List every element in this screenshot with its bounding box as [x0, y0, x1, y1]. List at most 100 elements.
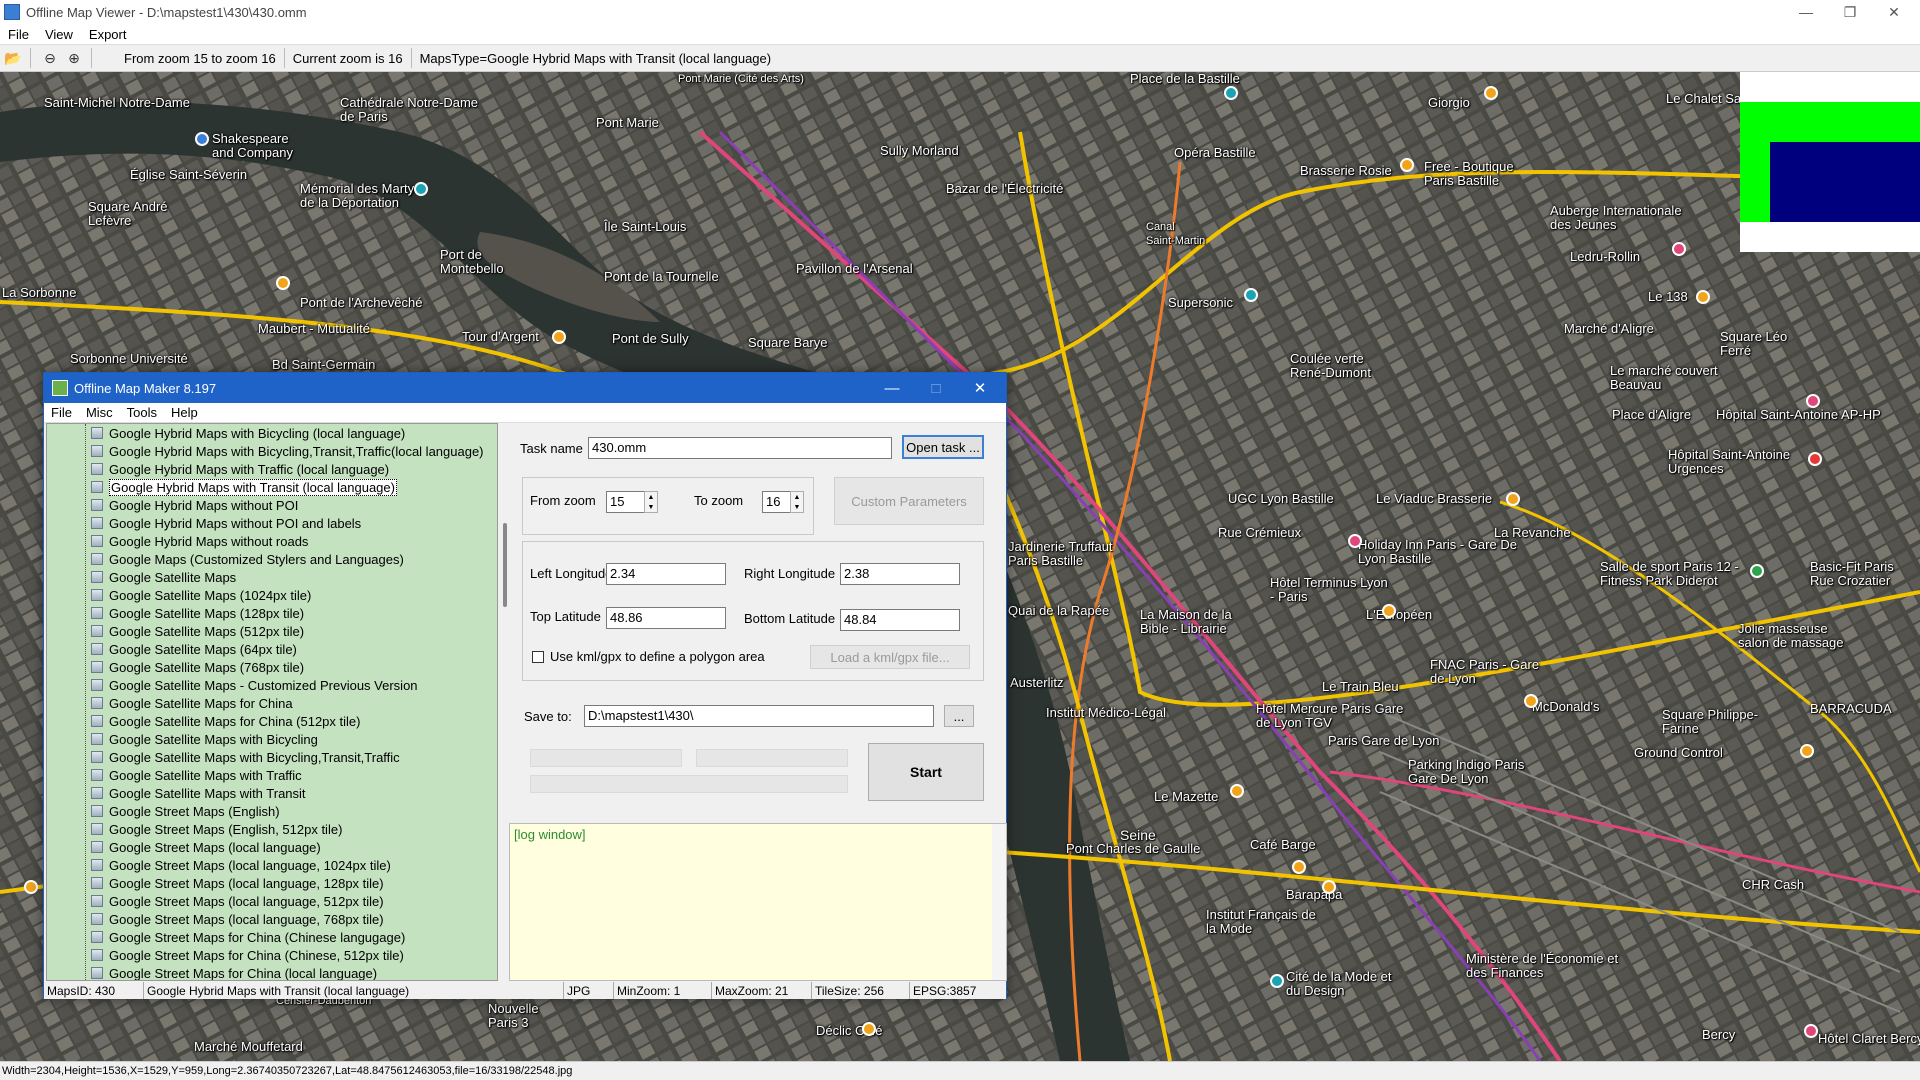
poi-pin-icon[interactable] — [1382, 604, 1396, 618]
poi-pin-icon[interactable] — [195, 132, 209, 146]
maximize-button[interactable]: ❐ — [1830, 0, 1870, 24]
start-button[interactable]: Start — [868, 743, 984, 801]
list-item[interactable]: Google Satellite Maps with Bicycling,Tra… — [47, 748, 497, 766]
custom-parameters-button[interactable]: Custom Parameters — [834, 477, 984, 525]
task-name-input[interactable]: 430.omm — [588, 437, 892, 459]
poi-pin-icon[interactable] — [1400, 158, 1414, 172]
map-label: Pont Charles de Gaulle — [1066, 841, 1201, 856]
map-label: Ledru-Rollin — [1570, 249, 1641, 264]
list-item[interactable]: Google Street Maps (local language, 512p… — [47, 892, 497, 910]
log-window[interactable]: [log window] — [509, 823, 1007, 981]
list-item[interactable]: Google Satellite Maps (128px tile) — [47, 604, 497, 622]
list-item[interactable]: Google Street Maps for China (local lang… — [47, 964, 497, 980]
poi-pin-icon[interactable] — [1322, 880, 1336, 894]
poi-pin-icon[interactable] — [1224, 86, 1238, 100]
dialog-menu-file[interactable]: File — [44, 405, 79, 420]
maps-type-list[interactable]: Google Hybrid Maps with Bicycling (local… — [46, 423, 498, 981]
bottom-latitude-input[interactable]: 48.84 — [840, 609, 960, 631]
save-to-input[interactable]: D:\mapstest1\430\ — [584, 705, 934, 727]
minimize-button[interactable]: — — [1786, 0, 1826, 24]
map-type-icon — [91, 607, 103, 619]
list-item[interactable]: Google Street Maps (local language, 768p… — [47, 910, 497, 928]
map-type-icon — [91, 445, 103, 457]
list-item[interactable]: Google Satellite Maps with Transit — [47, 784, 497, 802]
list-item-label: Google Street Maps (English) — [109, 803, 280, 819]
map-label: Holiday Inn Paris - Gare De Lyon Bastill… — [1358, 537, 1517, 566]
dialog-menu-tools[interactable]: Tools — [120, 405, 164, 420]
poi-pin-icon[interactable] — [1506, 492, 1520, 506]
top-latitude-input[interactable]: 48.86 — [606, 607, 726, 629]
menu-export[interactable]: Export — [81, 27, 135, 42]
list-item[interactable]: Google Hybrid Maps without POI — [47, 496, 497, 514]
list-item[interactable]: Google Hybrid Maps without roads — [47, 532, 497, 550]
list-item[interactable]: Google Street Maps (English) — [47, 802, 497, 820]
list-item[interactable]: Google Hybrid Maps with Transit (local l… — [47, 478, 497, 496]
list-item[interactable]: Google Satellite Maps for China (512px t… — [47, 712, 497, 730]
poi-pin-icon[interactable] — [24, 880, 38, 894]
list-item[interactable]: Google Satellite Maps (1024px tile) — [47, 586, 497, 604]
list-item[interactable]: Google Street Maps for China (Chinese, 5… — [47, 946, 497, 964]
load-kml-button[interactable]: Load a kml/gpx file... — [810, 645, 970, 669]
dialog-close-button[interactable]: ✕ — [958, 373, 1002, 403]
list-item[interactable]: Google Street Maps (English, 512px tile) — [47, 820, 497, 838]
list-item[interactable]: Google Street Maps (local language) — [47, 838, 497, 856]
poi-pin-icon[interactable] — [1348, 534, 1362, 548]
dialog-menu-misc[interactable]: Misc — [79, 405, 120, 420]
list-item[interactable]: Google Satellite Maps with Traffic — [47, 766, 497, 784]
list-item[interactable]: Google Street Maps (local language, 128p… — [47, 874, 497, 892]
kml-checkbox[interactable] — [532, 651, 544, 663]
zoom-out-icon[interactable]: ⊖ — [39, 47, 61, 69]
poi-pin-icon[interactable] — [1806, 394, 1820, 408]
right-longitude-input[interactable]: 2.38 — [840, 563, 960, 585]
list-item[interactable]: Google Hybrid Maps with Bicycling,Transi… — [47, 442, 497, 460]
poi-pin-icon[interactable] — [1484, 86, 1498, 100]
poi-pin-icon[interactable] — [552, 330, 566, 344]
open-folder-icon[interactable]: 📂 — [2, 47, 24, 69]
list-item[interactable]: Google Street Maps for China (Chinese la… — [47, 928, 497, 946]
dialog-menu-help[interactable]: Help — [164, 405, 205, 420]
dialog-minimize-button[interactable]: — — [870, 373, 914, 403]
poi-pin-icon[interactable] — [1524, 694, 1538, 708]
menu-file[interactable]: File — [0, 27, 37, 42]
log-scrollbar[interactable] — [992, 824, 1006, 980]
list-item[interactable]: Google Hybrid Maps without POI and label… — [47, 514, 497, 532]
list-item[interactable]: Google Maps (Customized Stylers and Lang… — [47, 550, 497, 568]
poi-pin-icon[interactable] — [1808, 452, 1822, 466]
list-item[interactable]: Google Satellite Maps (64px tile) — [47, 640, 497, 658]
poi-pin-icon[interactable] — [1800, 744, 1814, 758]
poi-pin-icon[interactable] — [1750, 564, 1764, 578]
list-item[interactable]: Google Hybrid Maps with Traffic (local l… — [47, 460, 497, 478]
to-zoom-stepper[interactable]: ▲ ▼ — [790, 491, 804, 513]
menu-view[interactable]: View — [37, 27, 81, 42]
poi-pin-icon[interactable] — [1230, 784, 1244, 798]
poi-pin-icon[interactable] — [1270, 974, 1284, 988]
poi-pin-icon[interactable] — [1292, 860, 1306, 874]
list-item[interactable]: Google Satellite Maps - Customized Previ… — [47, 676, 497, 694]
to-zoom-input[interactable]: 16 — [762, 491, 792, 513]
status-format: JPG — [564, 982, 614, 999]
left-longitude-input[interactable]: 2.34 — [606, 563, 726, 585]
zoom-in-icon[interactable]: ⊕ — [63, 47, 85, 69]
poi-pin-icon[interactable] — [862, 1022, 876, 1036]
poi-pin-icon[interactable] — [1804, 1024, 1818, 1038]
poi-pin-icon[interactable] — [276, 276, 290, 290]
scrollbar-thumb[interactable] — [503, 523, 507, 607]
open-task-button[interactable]: Open task ... — [902, 435, 984, 459]
list-item[interactable]: Google Street Maps (local language, 1024… — [47, 856, 497, 874]
swatch-blue — [1770, 142, 1920, 222]
browse-button[interactable]: ... — [944, 705, 974, 727]
poi-pin-icon[interactable] — [1696, 290, 1710, 304]
list-item[interactable]: Google Satellite Maps (512px tile) — [47, 622, 497, 640]
left-longitude-label: Left Longitude — [530, 566, 613, 581]
list-item[interactable]: Google Satellite Maps with Bicycling — [47, 730, 497, 748]
list-item[interactable]: Google Satellite Maps — [47, 568, 497, 586]
poi-pin-icon[interactable] — [1672, 242, 1686, 256]
poi-pin-icon[interactable] — [414, 182, 428, 196]
list-item[interactable]: Google Satellite Maps for China — [47, 694, 497, 712]
list-item[interactable]: Google Hybrid Maps with Bicycling (local… — [47, 424, 497, 442]
poi-pin-icon[interactable] — [1244, 288, 1258, 302]
from-zoom-input[interactable]: 15 — [606, 491, 646, 513]
close-button[interactable]: ✕ — [1874, 0, 1914, 24]
list-item[interactable]: Google Satellite Maps (768px tile) — [47, 658, 497, 676]
from-zoom-stepper[interactable]: ▲ ▼ — [644, 491, 658, 513]
